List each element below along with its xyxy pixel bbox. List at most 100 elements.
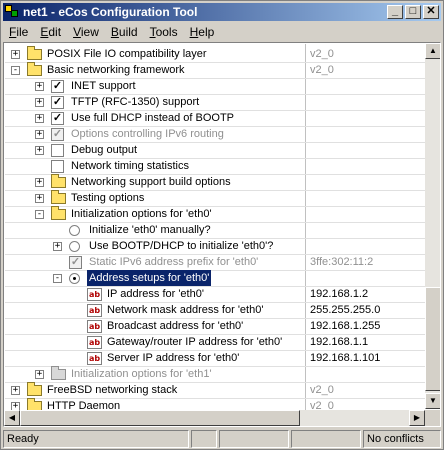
tree-row-item[interactable]: ab IP address for 'eth0' (5, 286, 305, 303)
tree-item-value[interactable] (306, 158, 425, 175)
tree-row[interactable]: + ✓ Use full DHCP instead of BOOTP (5, 110, 425, 127)
tree-row-item[interactable]: + Testing options (5, 190, 305, 207)
tree-item-label[interactable]: Use full DHCP instead of BOOTP (69, 110, 236, 127)
tree-row[interactable]: + POSIX File IO compatibility layer v2_0 (5, 46, 425, 63)
checkbox[interactable] (51, 144, 64, 157)
tree-item-label[interactable]: Testing options (69, 190, 146, 207)
tree-row[interactable]: ✓ Static IPv6 address prefix for 'eth0' 3f… (5, 254, 425, 271)
vertical-scrollbar[interactable]: ▲ ▼ (425, 43, 440, 409)
tree-item-label[interactable]: Basic networking framework (45, 62, 187, 79)
checkbox-checked[interactable]: ✓ (69, 256, 82, 269)
tree-item-value[interactable] (306, 270, 425, 287)
tree-row-item[interactable]: - Basic networking framework (5, 62, 305, 79)
scroll-down-button[interactable]: ▼ (425, 393, 440, 409)
expand-icon[interactable]: + (35, 194, 44, 203)
tree-row-item[interactable]: + ✓ Use full DHCP instead of BOOTP (5, 110, 305, 127)
tree-row[interactable]: ab Gateway/router IP address for 'eth0' 19… (5, 334, 425, 351)
tree-row[interactable]: + Debug output (5, 142, 425, 159)
menu-tools[interactable]: Tools (144, 25, 184, 39)
tree-row[interactable]: ab Network mask address for 'eth0' 255.255… (5, 302, 425, 319)
tree-item-label[interactable]: POSIX File IO compatibility layer (45, 46, 209, 63)
scroll-right-button[interactable]: ▶ (409, 410, 425, 426)
minimize-button[interactable]: _ (387, 5, 403, 19)
tree-row-item[interactable]: + Networking support build options (5, 174, 305, 191)
tree-row-item[interactable]: ab Broadcast address for 'eth0' (5, 318, 305, 335)
tree-item-label[interactable]: Network mask address for 'eth0' (105, 302, 265, 319)
expand-icon[interactable]: + (53, 242, 62, 251)
tree-row-item[interactable]: + ✓ INET support (5, 78, 305, 95)
tree-row-item[interactable]: + Initialization options for 'eth1' (5, 366, 305, 383)
tree-row[interactable]: + ✓ TFTP (RFC-1350) support (5, 94, 425, 111)
close-button[interactable]: ✕ (423, 5, 439, 19)
horizontal-scroll-thumb[interactable] (20, 410, 300, 426)
tree-item-value[interactable] (306, 94, 425, 111)
tree-item-label[interactable]: FreeBSD networking stack (45, 382, 179, 399)
tree-item-value[interactable] (306, 366, 425, 383)
tree-item-value[interactable]: 192.168.1.255 (306, 318, 425, 335)
tree-row-item[interactable]: ab Network mask address for 'eth0' (5, 302, 305, 319)
tree-item-value[interactable]: 192.168.1.2 (306, 286, 425, 303)
collapse-icon[interactable]: - (11, 66, 20, 75)
expand-icon[interactable]: + (35, 98, 44, 107)
menu-file[interactable]: File (3, 25, 34, 39)
tree-item-value[interactable]: v2_0 (306, 62, 425, 79)
expand-icon[interactable]: + (11, 386, 20, 395)
tree-item-value[interactable] (306, 238, 425, 255)
tree-item-value[interactable] (306, 222, 425, 239)
tree-item-value[interactable] (306, 190, 425, 207)
tree-item-label[interactable]: Gateway/router IP address for 'eth0' (105, 334, 284, 351)
tree-row-item[interactable]: - Initialization options for 'eth0' (5, 206, 305, 223)
tree-row-item[interactable]: - Address setups for 'eth0' (5, 270, 305, 287)
maximize-button[interactable]: □ (405, 5, 421, 19)
tree-row[interactable]: ab Broadcast address for 'eth0' 192.168.1.… (5, 318, 425, 335)
tree-item-value[interactable]: 3ffe:302:11:2 (306, 254, 425, 271)
tree-row[interactable]: ab IP address for 'eth0' 192.168.1.2 (5, 286, 425, 303)
radio-button[interactable] (69, 225, 80, 236)
tree-item-label[interactable]: Network timing statistics (69, 158, 191, 175)
tree-row-item[interactable]: + POSIX File IO compatibility layer (5, 46, 305, 63)
tree-item-label[interactable]: Options controlling IPv6 routing (69, 126, 226, 143)
vertical-scroll-thumb[interactable] (425, 287, 440, 391)
tree-row-item[interactable]: Network timing statistics (5, 158, 305, 175)
tree-item-label[interactable]: Server IP address for 'eth0' (105, 350, 241, 367)
expand-icon[interactable]: + (35, 146, 44, 155)
tree-row[interactable]: - Address setups for 'eth0' (5, 270, 425, 287)
tree-row-item[interactable]: ab Gateway/router IP address for 'eth0' (5, 334, 305, 351)
tree-row[interactable]: + Initialization options for 'eth1' (5, 366, 425, 383)
menu-help[interactable]: Help (184, 25, 221, 39)
tree-item-value[interactable]: v2_0 (306, 46, 425, 63)
tree-item-label[interactable]: Initialize 'eth0' manually? (87, 222, 213, 239)
tree-row[interactable]: - Basic networking framework v2_0 (5, 62, 425, 79)
collapse-icon[interactable]: - (53, 274, 62, 283)
tree-item-label[interactable]: Initialization options for 'eth0' (69, 206, 214, 223)
tree-item-label[interactable]: TFTP (RFC-1350) support (69, 94, 201, 111)
tree-item-value[interactable]: 192.168.1.101 (306, 350, 425, 367)
checkbox-checked[interactable]: ✓ (51, 112, 64, 125)
tree-item-label[interactable]: Broadcast address for 'eth0' (105, 318, 245, 335)
title-bar[interactable]: net1 - eCos Configuration Tool _ □ ✕ (3, 3, 441, 21)
tree-item-value[interactable] (306, 206, 425, 223)
tree-item-value[interactable]: 192.168.1.1 (306, 334, 425, 351)
tree-row-item[interactable]: ✓ Static IPv6 address prefix for 'eth0' (5, 254, 305, 271)
radio-button-selected[interactable] (69, 273, 80, 284)
tree-item-label[interactable]: Debug output (69, 142, 139, 159)
expand-icon[interactable]: + (35, 178, 44, 187)
tree-item-value[interactable] (306, 142, 425, 159)
scroll-left-button[interactable]: ◀ (4, 410, 20, 426)
tree-row-item[interactable]: + Use BOOTP/DHCP to initialize 'eth0'? (5, 238, 305, 255)
checkbox-checked[interactable]: ✓ (51, 96, 64, 109)
tree-item-label[interactable]: Address setups for 'eth0' (87, 270, 212, 287)
expand-icon[interactable]: + (35, 114, 44, 123)
tree-row-item[interactable]: Initialize 'eth0' manually? (5, 222, 305, 239)
checkbox-checked[interactable]: ✓ (51, 128, 64, 141)
menu-edit[interactable]: Edit (34, 25, 67, 39)
tree-item-value[interactable]: 255.255.255.0 (306, 302, 425, 319)
tree-row[interactable]: Initialize 'eth0' manually? (5, 222, 425, 239)
tree-item-label[interactable]: IP address for 'eth0' (105, 286, 206, 303)
expand-icon[interactable]: + (35, 370, 44, 379)
tree-row[interactable]: + FreeBSD networking stack v2_0 (5, 382, 425, 399)
expand-icon[interactable]: + (35, 130, 44, 139)
checkbox[interactable] (51, 160, 64, 173)
scroll-up-button[interactable]: ▲ (425, 43, 440, 59)
tree-row[interactable]: Network timing statistics (5, 158, 425, 175)
